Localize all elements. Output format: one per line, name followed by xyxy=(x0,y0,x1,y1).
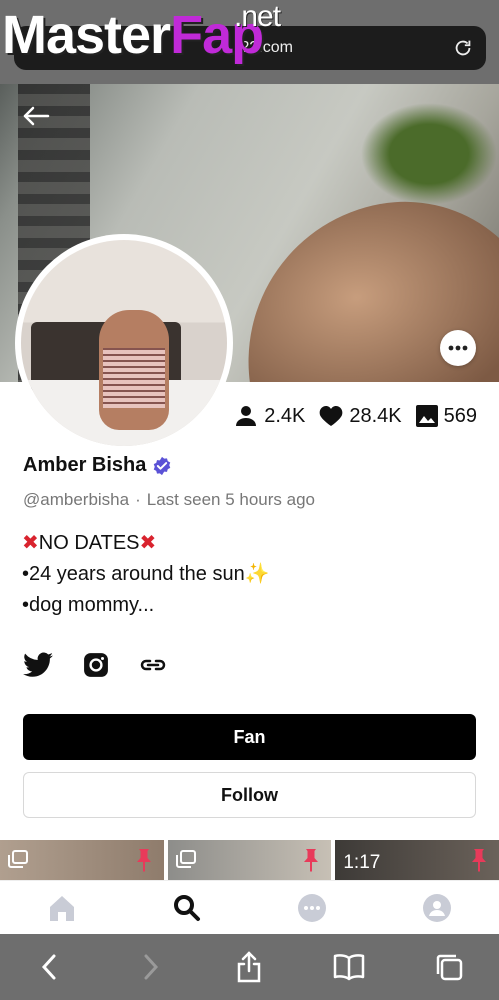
likes-count: 28.4K xyxy=(349,404,402,427)
last-seen: Last seen 5 hours ago xyxy=(146,490,315,509)
watermark-logo: MasterFap .net xyxy=(2,0,281,65)
browser-bottom-toolbar xyxy=(0,934,499,1000)
message-button[interactable] xyxy=(440,330,476,366)
nav-search[interactable] xyxy=(167,888,207,928)
profile-stats: 2.4K 28.4K 569 xyxy=(234,404,477,428)
browser-back[interactable] xyxy=(32,949,68,985)
profile-handle: @amberbisha xyxy=(23,490,130,509)
image-icon xyxy=(415,405,438,427)
reload-icon[interactable] xyxy=(452,37,474,59)
gallery-icon xyxy=(8,850,28,868)
social-links xyxy=(23,652,167,678)
chat-bubble-icon xyxy=(443,333,473,363)
cross-mark-icon: ✖ xyxy=(139,532,157,554)
profile-icon xyxy=(422,893,451,922)
gallery-icon xyxy=(175,850,196,868)
handle-row: @amberbisha · Last seen 5 hours ago xyxy=(23,490,315,509)
sparkles-icon: ✨ xyxy=(244,563,270,585)
home-icon xyxy=(50,895,75,921)
book-icon xyxy=(334,954,365,981)
link-icon[interactable] xyxy=(139,654,167,676)
media-grid: 1:17 xyxy=(0,840,499,882)
bio: ✖NO DATES✖ •24 years around the sun✨ •do… xyxy=(22,528,270,621)
browser-tabs[interactable] xyxy=(431,949,467,985)
nav-home[interactable] xyxy=(42,888,82,928)
twitter-icon[interactable] xyxy=(23,652,53,678)
stat-likes: 28.4K xyxy=(319,404,402,428)
cross-mark-icon: ✖ xyxy=(22,532,39,554)
browser-share[interactable] xyxy=(231,949,267,985)
chevron-left-icon xyxy=(41,954,56,980)
nav-profile[interactable] xyxy=(417,888,457,928)
person-icon xyxy=(236,406,257,426)
media-thumbnail[interactable] xyxy=(0,840,164,882)
fans-count: 2.4K xyxy=(264,404,306,427)
search-icon xyxy=(174,894,201,921)
profile-name: Amber Bisha xyxy=(23,454,147,476)
video-duration: 1:17 xyxy=(343,852,381,873)
tabs-icon xyxy=(436,954,463,981)
media-thumbnail[interactable] xyxy=(167,840,332,882)
browser-forward xyxy=(132,949,168,985)
avatar[interactable] xyxy=(15,234,233,452)
app-bottom-nav xyxy=(0,880,499,934)
browser-top-bar: f2?.com MasterFap .net xyxy=(0,0,499,84)
chat-icon xyxy=(297,893,326,922)
bio-line-1: ✖NO DATES✖ xyxy=(22,532,157,554)
share-icon xyxy=(238,951,261,983)
media-thumbnail[interactable]: 1:17 xyxy=(335,840,499,882)
stat-fans: 2.4K xyxy=(234,404,305,428)
pin-icon xyxy=(304,849,319,872)
bio-line-2: •24 years around the sun✨ xyxy=(22,563,270,585)
browser-bookmarks[interactable] xyxy=(331,949,367,985)
pin-icon xyxy=(472,849,487,872)
avatar-image xyxy=(21,240,227,446)
pin-icon xyxy=(136,849,151,872)
name-row: Amber Bisha xyxy=(23,454,172,477)
verified-badge-icon xyxy=(154,456,171,475)
media-count: 569 xyxy=(443,404,477,427)
bio-line-3: •dog mommy... xyxy=(22,594,155,616)
chevron-right-icon xyxy=(144,954,158,980)
stat-media: 569 xyxy=(415,404,477,428)
fan-button[interactable]: Fan xyxy=(23,714,476,760)
instagram-icon[interactable] xyxy=(83,652,109,678)
back-arrow-icon[interactable] xyxy=(22,104,50,128)
heart-icon xyxy=(320,406,343,426)
nav-messages[interactable] xyxy=(292,888,332,928)
follow-button[interactable]: Follow xyxy=(23,772,476,818)
